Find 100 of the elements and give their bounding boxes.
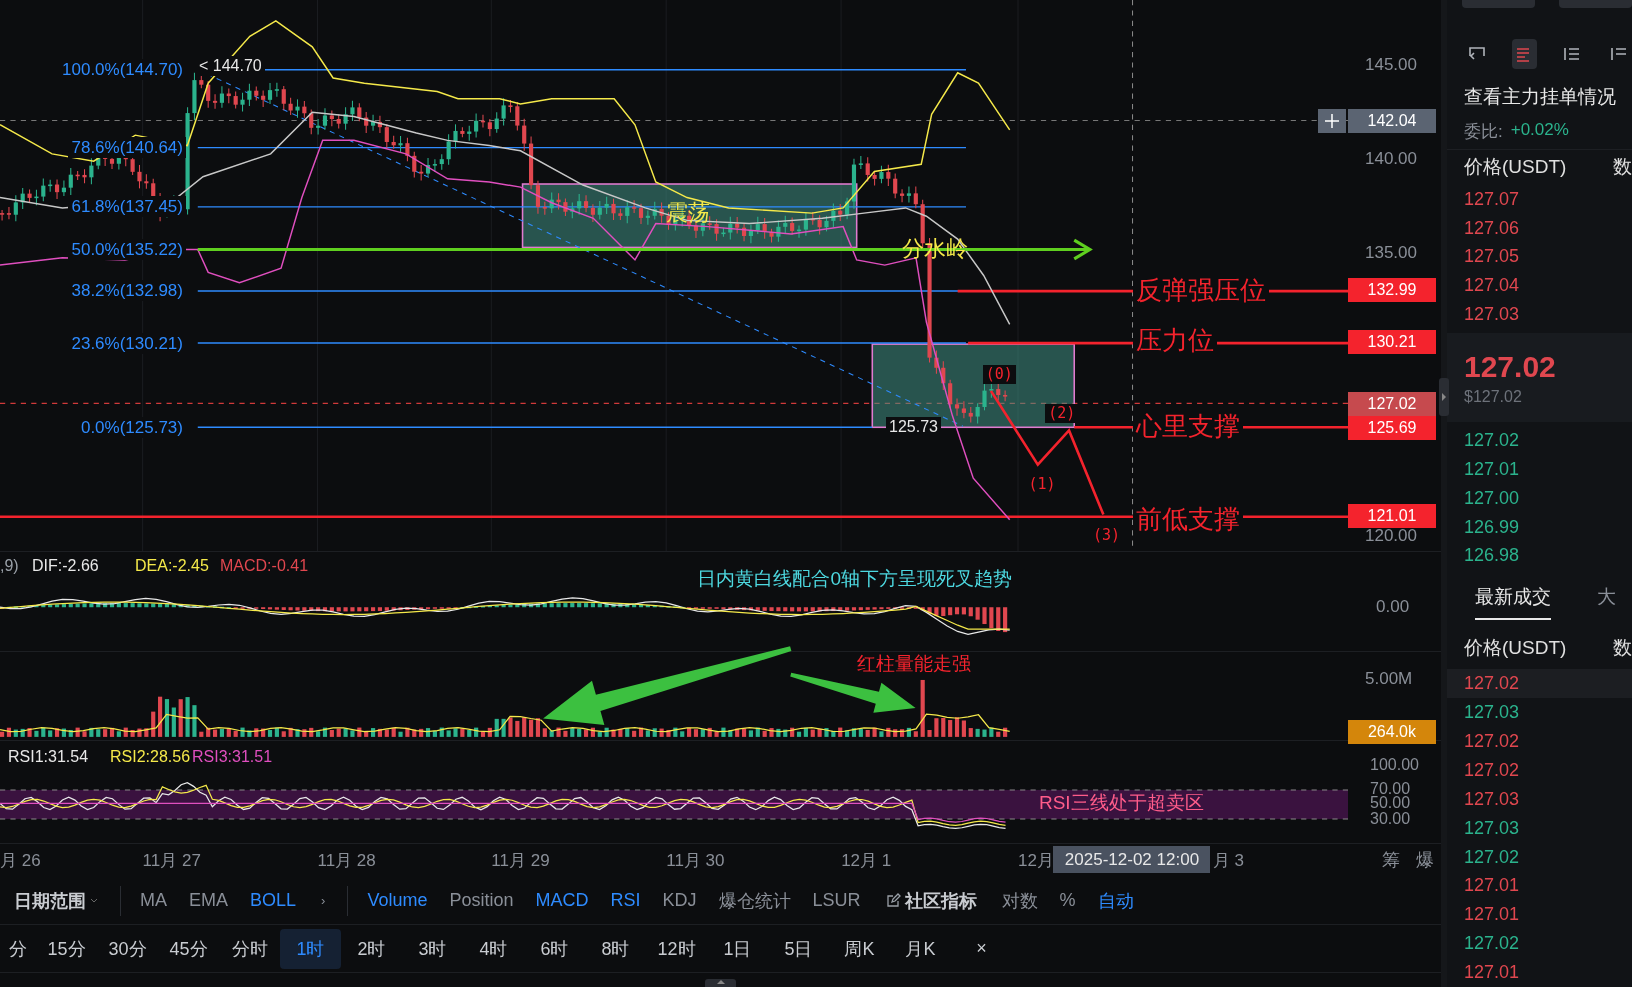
- trade-price: 127.02: [1464, 673, 1520, 695]
- collapse-handle[interactable]: [1439, 378, 1449, 416]
- ask-price: 127.07: [1464, 188, 1520, 210]
- bid-price: 127.01: [1464, 458, 1520, 480]
- date-range-button[interactable]: 日期范围: [0, 882, 112, 919]
- trade-price: 127.01: [1464, 904, 1520, 926]
- panel-title: 查看主力挂单情况: [1463, 85, 1617, 110]
- ask-price: 127.03: [1464, 304, 1520, 326]
- interval-tab[interactable]: 5日: [768, 928, 829, 969]
- book-split-icon: [1610, 45, 1629, 62]
- ratio-value: +0.02%: [1510, 120, 1569, 142]
- interval-tab[interactable]: 周K: [829, 928, 890, 969]
- column-header: 价格(USDT): [1464, 155, 1567, 180]
- price-tag: 125.69: [1348, 415, 1436, 440]
- date-axis-label: 11月 29: [491, 852, 550, 869]
- indicator-toggle[interactable]: RSI: [599, 882, 652, 919]
- trade-price: 127.03: [1464, 788, 1520, 810]
- price-axis-label: 120.00: [1365, 527, 1417, 545]
- rsi-axis-label: 50.00: [1370, 795, 1411, 812]
- indicator-toggle[interactable]: BOLL: [239, 882, 308, 919]
- date-axis-label: 12月: [1018, 852, 1054, 869]
- more-indicators-button[interactable]: ›: [307, 882, 340, 919]
- date-axis-label: 月 3: [1212, 852, 1244, 869]
- indicator-toggle[interactable]: KDJ: [651, 882, 708, 919]
- crosshair-add-button[interactable]: [1318, 108, 1346, 133]
- ratio-label: 委比:: [1464, 121, 1503, 144]
- high-price-marker: < 144.70: [196, 56, 265, 76]
- indicator-toggle[interactable]: EMA: [178, 882, 239, 919]
- interval-tab[interactable]: 6时: [524, 928, 585, 969]
- interval-tab[interactable]: 12时: [646, 928, 707, 969]
- volume-axis-label: 5.00M: [1365, 670, 1413, 687]
- volume-tag: 264.0k: [1348, 720, 1436, 744]
- price-axis-label: 135.00: [1365, 243, 1417, 261]
- interval-tab[interactable]: 分时: [219, 928, 280, 969]
- interval-tab[interactable]: 1日: [707, 928, 768, 969]
- column-header: 数: [1613, 155, 1632, 180]
- date-axis-label: 11月 27: [142, 852, 201, 869]
- order-book-layout-icon: [1467, 45, 1486, 62]
- caret-up-icon: [715, 979, 726, 985]
- ask-price: 127.05: [1464, 246, 1520, 268]
- indicator-toggle[interactable]: MACD: [524, 882, 600, 919]
- interval-tab[interactable]: 15分: [36, 928, 97, 969]
- rsi-axis-label: 70.00: [1370, 780, 1411, 797]
- bid-price: 126.98: [1464, 545, 1520, 567]
- bid-price: 126.99: [1464, 516, 1520, 538]
- interval-tab[interactable]: 3时: [402, 928, 463, 969]
- crosshair-date-tag: 2025-12-02 12:00: [1053, 846, 1211, 873]
- trade-price: 127.02: [1464, 730, 1520, 752]
- axis-option[interactable]: 爆: [1416, 851, 1434, 869]
- trades-tab[interactable]: 大: [1597, 584, 1616, 621]
- indicator-toggle[interactable]: Volume: [356, 882, 439, 919]
- chart-annotation: 红柱量能走强: [856, 654, 971, 673]
- indicator-toggle[interactable]: 爆仓统计: [707, 882, 802, 919]
- bid-price: 127.00: [1464, 487, 1520, 509]
- macd-axis-label: 0.00: [1376, 598, 1410, 615]
- price-tag: 127.02: [1348, 391, 1436, 416]
- indicator-toggle[interactable]: LSUR: [801, 882, 872, 919]
- interval-tab[interactable]: 1时: [280, 928, 341, 969]
- interval-tab[interactable]: ×: [951, 928, 1012, 969]
- chart-annotation: 心里支撑: [1132, 410, 1243, 441]
- interval-tab[interactable]: 分: [0, 928, 36, 969]
- book-both-button[interactable]: [1511, 38, 1537, 69]
- interval-tab[interactable]: 月K: [890, 928, 951, 969]
- chart-annotation: RSI三线处于超卖区: [1038, 793, 1204, 812]
- ask-price: 127.06: [1464, 217, 1520, 239]
- date-axis-label: 11月 28: [317, 852, 376, 869]
- indicator-toggle[interactable]: Position: [438, 882, 525, 919]
- indicator-toggle[interactable]: MA: [129, 882, 178, 919]
- community-indicators-button[interactable]: 社区指标: [871, 882, 991, 919]
- fib-level-label: 78.6%(140.64): [68, 136, 186, 158]
- axis-option[interactable]: 筹: [1382, 851, 1400, 869]
- indicator-value: RSI1:31.54: [8, 749, 89, 765]
- chart-annotation: 压力位: [1132, 325, 1217, 356]
- indicator-toggle[interactable]: 对数: [990, 882, 1049, 919]
- trades-tab[interactable]: 最新成交: [1475, 584, 1551, 621]
- fib-level-label: 50.0%(135.22): [68, 238, 186, 260]
- indicator-value: DIF:-2.66: [32, 558, 99, 574]
- interval-tab[interactable]: 8时: [585, 928, 646, 969]
- plus-icon: [1325, 113, 1339, 128]
- indicator-value: DEA:-2.45: [135, 558, 209, 574]
- panel-toggle-handle[interactable]: [705, 979, 736, 987]
- interval-tab[interactable]: 2时: [341, 928, 402, 969]
- indicator-toggle[interactable]: %: [1048, 882, 1087, 919]
- indicator-value: ,9): [0, 558, 19, 574]
- trade-price: 127.02: [1464, 759, 1520, 781]
- price-tag: 142.04: [1348, 108, 1436, 133]
- wave-label: (0): [982, 364, 1016, 384]
- interval-tab[interactable]: 4时: [463, 928, 524, 969]
- interval-tab[interactable]: 30分: [97, 928, 158, 969]
- ask-price: 127.04: [1464, 275, 1520, 297]
- fib-level-label: 61.8%(137.45): [68, 196, 186, 218]
- price-tag: 130.21: [1348, 330, 1436, 355]
- indicator-toggle[interactable]: 自动: [1086, 882, 1145, 919]
- chart-annotation: 前低支撑: [1132, 504, 1243, 535]
- interval-tab[interactable]: 45分: [158, 928, 219, 969]
- price-tag: 132.99: [1348, 278, 1436, 303]
- rsi-axis-label: 30.00: [1370, 811, 1411, 828]
- chart-annotation: 日内黄白线配合0轴下方呈现死叉趋势: [697, 569, 1013, 588]
- last-price-usd: $127.02: [1464, 387, 1523, 406]
- edit-icon: [885, 893, 901, 908]
